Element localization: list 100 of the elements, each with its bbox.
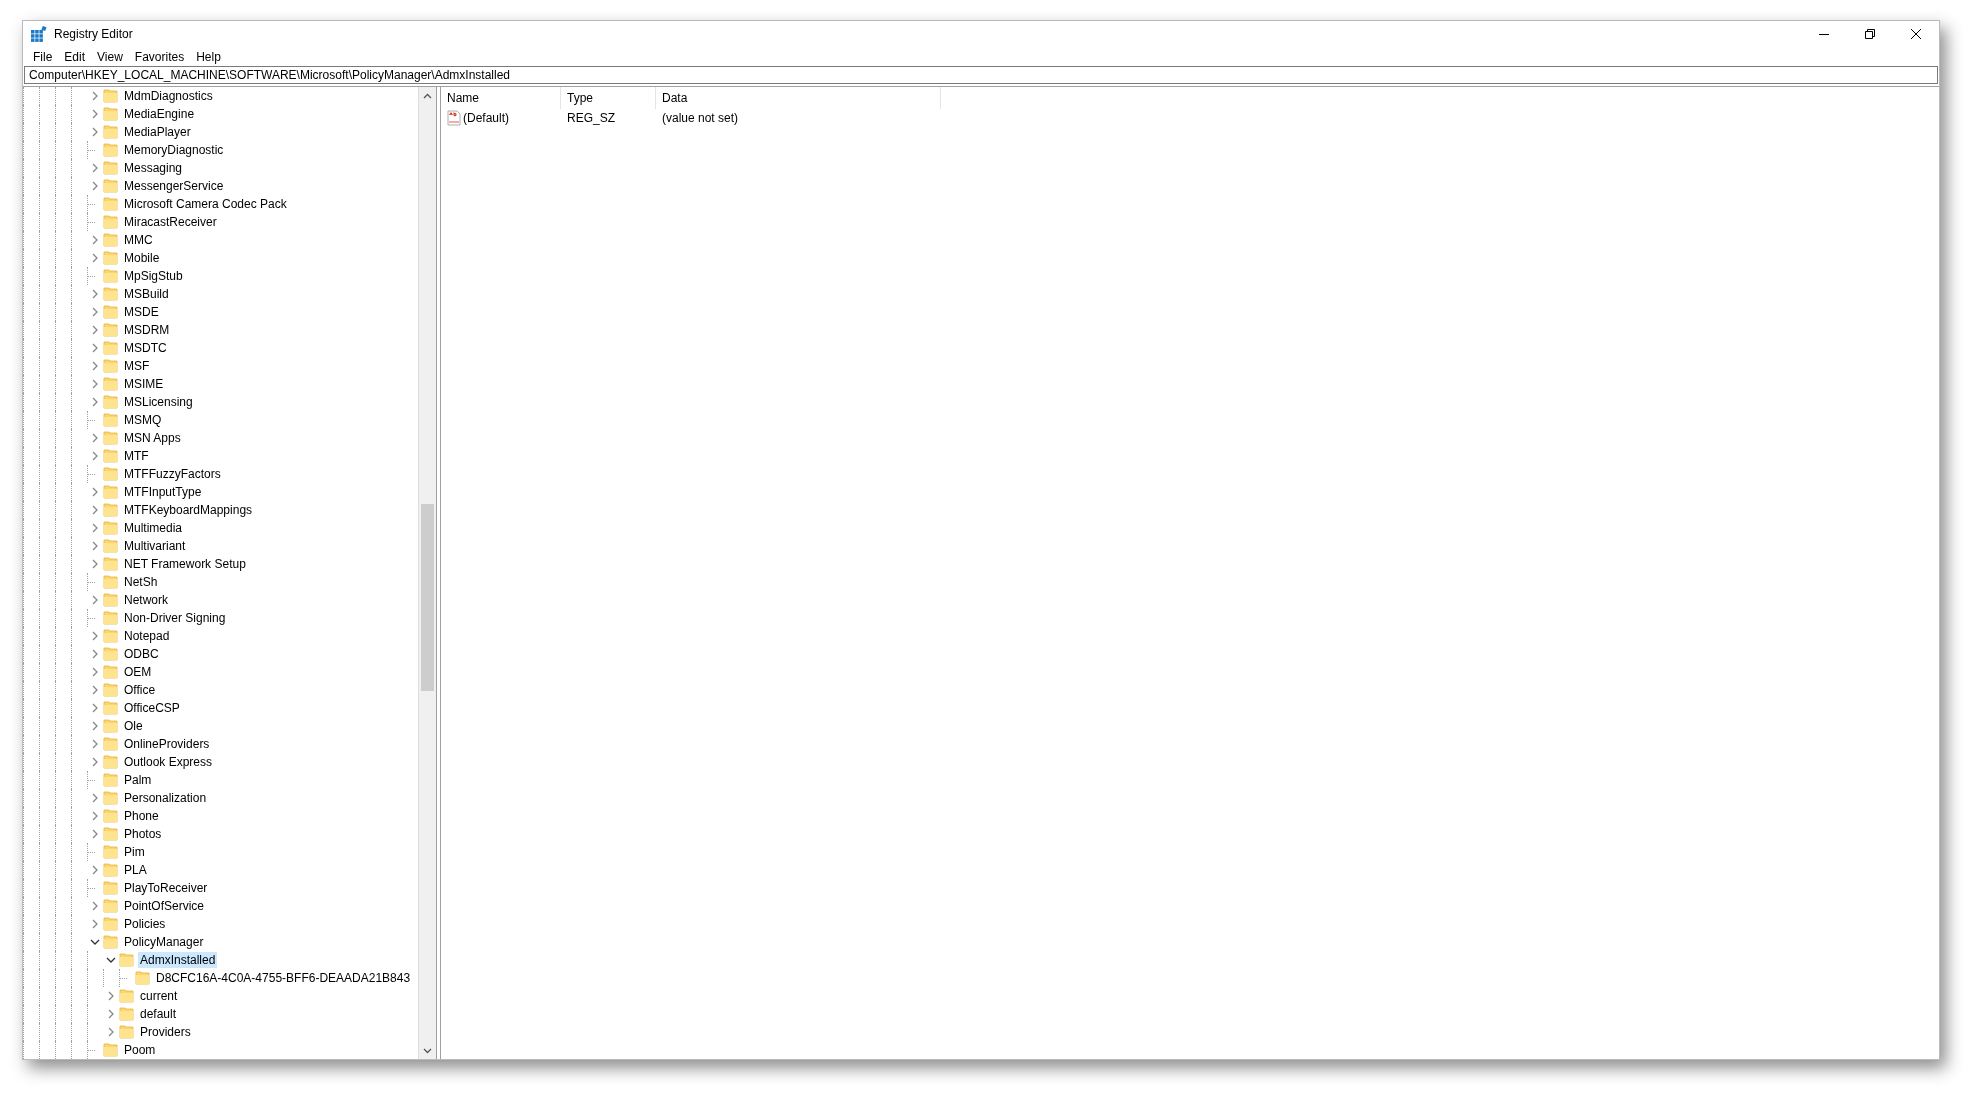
tree-item[interactable]: Palm	[122, 772, 154, 788]
tree-item[interactable]: Multivariant	[122, 538, 188, 554]
chevron-right-icon[interactable]	[90, 451, 100, 461]
chevron-right-icon[interactable]	[90, 109, 100, 119]
scrollbar-thumb[interactable]	[421, 504, 434, 691]
chevron-right-icon[interactable]	[90, 757, 100, 767]
tree-item[interactable]: MSBuild	[122, 286, 171, 302]
scroll-down-icon[interactable]	[423, 1047, 432, 1054]
chevron-right-icon[interactable]	[106, 991, 116, 1001]
chevron-right-icon[interactable]	[90, 829, 100, 839]
chevron-right-icon[interactable]	[90, 433, 100, 443]
chevron-right-icon[interactable]	[90, 127, 100, 137]
menu-item[interactable]: View	[91, 49, 129, 64]
tree-item[interactable]: MSDE	[122, 304, 161, 320]
tree-item[interactable]: Phone	[122, 808, 161, 824]
tree-item[interactable]: Microsoft Camera Codec Pack	[122, 196, 289, 212]
tree-item[interactable]: current	[138, 988, 180, 1004]
chevron-right-icon[interactable]	[90, 235, 100, 245]
chevron-down-icon[interactable]	[90, 937, 100, 947]
chevron-right-icon[interactable]	[90, 253, 100, 263]
tree-item[interactable]: PLA	[122, 862, 149, 878]
chevron-right-icon[interactable]	[90, 919, 100, 929]
vertical-scrollbar[interactable]	[418, 87, 436, 1059]
chevron-right-icon[interactable]	[90, 865, 100, 875]
tree-item[interactable]: MessengerService	[122, 178, 226, 194]
tree-item[interactable]: default	[138, 1006, 179, 1022]
tree-item[interactable]: OnlineProviders	[122, 736, 212, 752]
chevron-right-icon[interactable]	[90, 379, 100, 389]
chevron-right-icon[interactable]	[90, 361, 100, 371]
tree-item[interactable]: PolicyManager	[122, 934, 206, 950]
tree-item[interactable]: Ole	[122, 718, 145, 734]
menu-item[interactable]: Help	[190, 49, 227, 64]
chevron-right-icon[interactable]	[90, 163, 100, 173]
tree-item[interactable]: OEM	[122, 664, 154, 680]
chevron-right-icon[interactable]	[90, 667, 100, 677]
chevron-right-icon[interactable]	[90, 487, 100, 497]
chevron-right-icon[interactable]	[90, 289, 100, 299]
chevron-right-icon[interactable]	[90, 559, 100, 569]
tree-item[interactable]: NET Framework Setup	[122, 556, 248, 572]
chevron-right-icon[interactable]	[106, 1009, 116, 1019]
tree-item[interactable]: MTF	[122, 448, 151, 464]
tree-item[interactable]: Policies	[122, 916, 168, 932]
tree-item[interactable]: MpSigStub	[122, 268, 185, 284]
tree-item[interactable]: Messaging	[122, 160, 185, 176]
tree-item[interactable]: Notepad	[122, 628, 172, 644]
menu-item[interactable]: Edit	[58, 49, 92, 64]
tree-item[interactable]: MediaEngine	[122, 106, 197, 122]
tree-item[interactable]: Personalization	[122, 790, 209, 806]
tree-item[interactable]: Pim	[122, 844, 147, 860]
tree-item[interactable]: Poom	[122, 1042, 158, 1058]
chevron-right-icon[interactable]	[90, 811, 100, 821]
chevron-right-icon[interactable]	[90, 631, 100, 641]
chevron-right-icon[interactable]	[90, 343, 100, 353]
tree-item[interactable]: MMC	[122, 232, 155, 248]
tree-item[interactable]: PointOfService	[122, 898, 207, 914]
chevron-right-icon[interactable]	[90, 721, 100, 731]
tree-item[interactable]: MemoryDiagnostic	[122, 142, 226, 158]
tree-item[interactable]: Non-Driver Signing	[122, 610, 228, 626]
chevron-right-icon[interactable]	[90, 505, 100, 515]
chevron-right-icon[interactable]	[90, 541, 100, 551]
tree-item[interactable]: MTFFuzzyFactors	[122, 466, 223, 482]
chevron-right-icon[interactable]	[90, 901, 100, 911]
tree-item[interactable]: MSMQ	[122, 412, 164, 428]
tree-item[interactable]: ODBC	[122, 646, 161, 662]
tree-item[interactable]: Photos	[122, 826, 164, 842]
tree-item[interactable]: MSN Apps	[122, 430, 183, 446]
chevron-right-icon[interactable]	[90, 523, 100, 533]
scroll-up-icon[interactable]	[423, 92, 432, 99]
tree-item[interactable]: Office	[122, 682, 158, 698]
tree-item[interactable]: Outlook Express	[122, 754, 215, 770]
tree-item[interactable]: Multimedia	[122, 520, 185, 536]
value-name[interactable]: (Default)	[463, 111, 509, 125]
tree-item[interactable]: NetSh	[122, 574, 160, 590]
tree-item[interactable]: D8CFC16A-4C0A-4755-BFF6-DEAADA21B843	[154, 970, 413, 986]
tree-item[interactable]: MSDTC	[122, 340, 169, 356]
menu-item[interactable]: Favorites	[128, 49, 191, 64]
chevron-right-icon[interactable]	[90, 91, 100, 101]
menu-item[interactable]: File	[27, 49, 59, 64]
chevron-right-icon[interactable]	[90, 325, 100, 335]
tree-item[interactable]: AdmxInstalled	[138, 952, 218, 968]
chevron-right-icon[interactable]	[90, 793, 100, 803]
tree-item[interactable]: MSLicensing	[122, 394, 195, 410]
chevron-right-icon[interactable]	[90, 685, 100, 695]
tree-item[interactable]: MSIME	[122, 376, 166, 392]
chevron-right-icon[interactable]	[90, 181, 100, 191]
chevron-right-icon[interactable]	[90, 649, 100, 659]
tree-item[interactable]: OfficeCSP	[122, 700, 182, 716]
chevron-right-icon[interactable]	[90, 307, 100, 317]
tree-item[interactable]: MSF	[122, 358, 152, 374]
tree-item[interactable]: MTFInputType	[122, 484, 204, 500]
tree-item[interactable]: Network	[122, 592, 170, 608]
chevron-right-icon[interactable]	[90, 397, 100, 407]
tree-item[interactable]: MTFKeyboardMappings	[122, 502, 255, 518]
tree-item[interactable]: MediaPlayer	[122, 124, 193, 140]
tree-item[interactable]: PlayToReceiver	[122, 880, 210, 896]
chevron-right-icon[interactable]	[106, 1027, 116, 1037]
tree-item[interactable]: MdmDiagnostics	[122, 88, 215, 104]
tree-item[interactable]: MiracastReceiver	[122, 214, 219, 230]
address-field[interactable]: Computer\HKEY_LOCAL_MACHINE\SOFTWARE\Microsoft\PolicyManager\AdmxInstalled	[24, 66, 1938, 84]
tree-item[interactable]: Providers	[138, 1024, 193, 1040]
